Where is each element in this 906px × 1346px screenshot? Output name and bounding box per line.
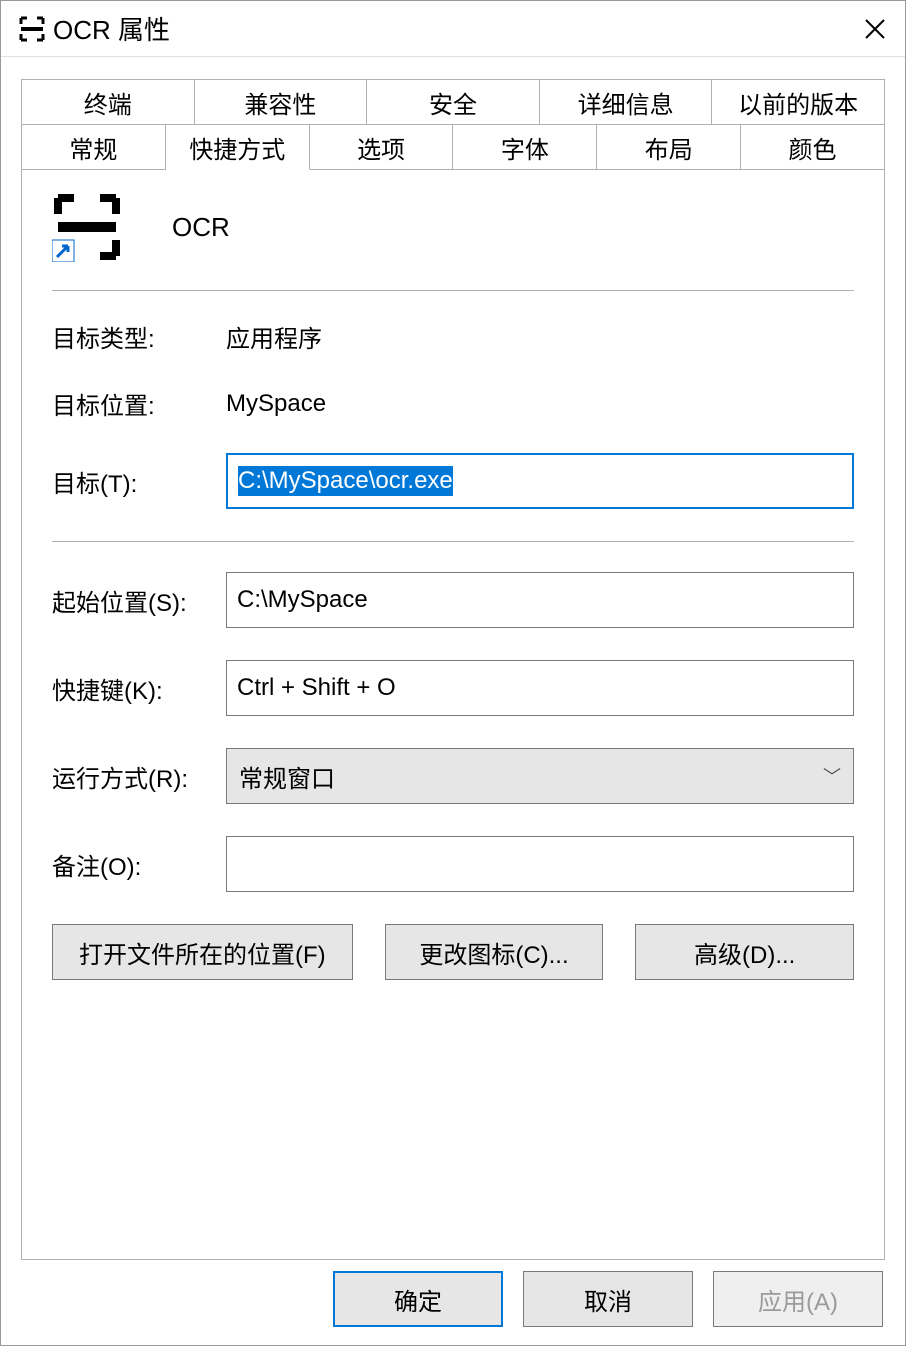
divider — [52, 541, 854, 542]
comment-label: 备注(O): — [52, 847, 226, 882]
target-location-value: MySpace — [226, 390, 326, 418]
app-icon-large — [52, 192, 122, 262]
tab-details[interactable]: 详细信息 — [540, 79, 713, 125]
start-in-input[interactable] — [226, 572, 854, 628]
target-type-value: 应用程序 — [226, 319, 322, 354]
tab-colors[interactable]: 颜色 — [741, 124, 885, 170]
app-name: OCR — [172, 212, 230, 243]
tabs-container: 终端 兼容性 安全 详细信息 以前的版本 常规 快捷方式 选项 字体 布局 颜色 — [1, 57, 905, 170]
advanced-button[interactable]: 高级(D)... — [635, 924, 854, 980]
chevron-down-icon: ﹀ — [823, 763, 841, 789]
app-header: OCR — [52, 192, 854, 291]
row-target-type: 目标类型: 应用程序 — [52, 319, 854, 354]
ok-button[interactable]: 确定 — [333, 1271, 503, 1327]
run-mode-value: 常规窗口 — [239, 759, 335, 794]
tab-general[interactable]: 常规 — [21, 124, 166, 170]
target-label: 目标(T): — [52, 464, 226, 499]
row-target-location: 目标位置: MySpace — [52, 386, 854, 421]
cancel-button[interactable]: 取消 — [523, 1271, 693, 1327]
tab-shortcut[interactable]: 快捷方式 — [166, 124, 310, 170]
tab-previous-versions[interactable]: 以前的版本 — [712, 79, 885, 125]
tab-compatibility[interactable]: 兼容性 — [195, 79, 368, 125]
tab-row-top: 终端 兼容性 安全 详细信息 以前的版本 — [21, 79, 885, 124]
start-in-label: 起始位置(S): — [52, 583, 226, 618]
shortcut-key-input[interactable] — [226, 660, 854, 716]
titlebar: OCR 属性 — [1, 1, 905, 57]
row-run-mode: 运行方式(R): 常规窗口 ﹀ — [52, 748, 854, 804]
tab-layout[interactable]: 布局 — [597, 124, 741, 170]
row-start-in: 起始位置(S): — [52, 572, 854, 628]
shortcut-key-label: 快捷键(K): — [52, 671, 226, 706]
target-location-label: 目标位置: — [52, 386, 226, 421]
row-shortcut-key: 快捷键(K): — [52, 660, 854, 716]
tab-options[interactable]: 选项 — [310, 124, 454, 170]
window-title: OCR 属性 — [53, 10, 170, 47]
app-icon — [19, 16, 45, 42]
comment-input[interactable] — [226, 836, 854, 892]
target-type-label: 目标类型: — [52, 319, 226, 354]
tab-terminal[interactable]: 终端 — [21, 79, 195, 125]
open-file-location-button[interactable]: 打开文件所在的位置(F) — [52, 924, 353, 980]
target-input-text: C:\MySpace\ocr.exe — [238, 466, 453, 496]
close-button[interactable] — [845, 1, 905, 57]
target-input[interactable]: C:\MySpace\ocr.exe — [226, 453, 854, 509]
tab-security[interactable]: 安全 — [367, 79, 540, 125]
close-icon — [864, 18, 886, 40]
tab-font[interactable]: 字体 — [453, 124, 597, 170]
tab-row-bottom: 常规 快捷方式 选项 字体 布局 颜色 — [21, 124, 885, 170]
row-comment: 备注(O): — [52, 836, 854, 892]
shortcut-panel: OCR 目标类型: 应用程序 目标位置: MySpace 目标(T): C:\M… — [21, 170, 885, 1260]
row-target: 目标(T): C:\MySpace\ocr.exe — [52, 453, 854, 509]
dialog-footer: 确定 取消 应用(A) — [333, 1271, 883, 1327]
action-buttons: 打开文件所在的位置(F) 更改图标(C)... 高级(D)... — [52, 924, 854, 980]
apply-button[interactable]: 应用(A) — [713, 1271, 883, 1327]
run-mode-label: 运行方式(R): — [52, 759, 226, 794]
change-icon-button[interactable]: 更改图标(C)... — [385, 924, 604, 980]
run-mode-select[interactable]: 常规窗口 ﹀ — [226, 748, 854, 804]
